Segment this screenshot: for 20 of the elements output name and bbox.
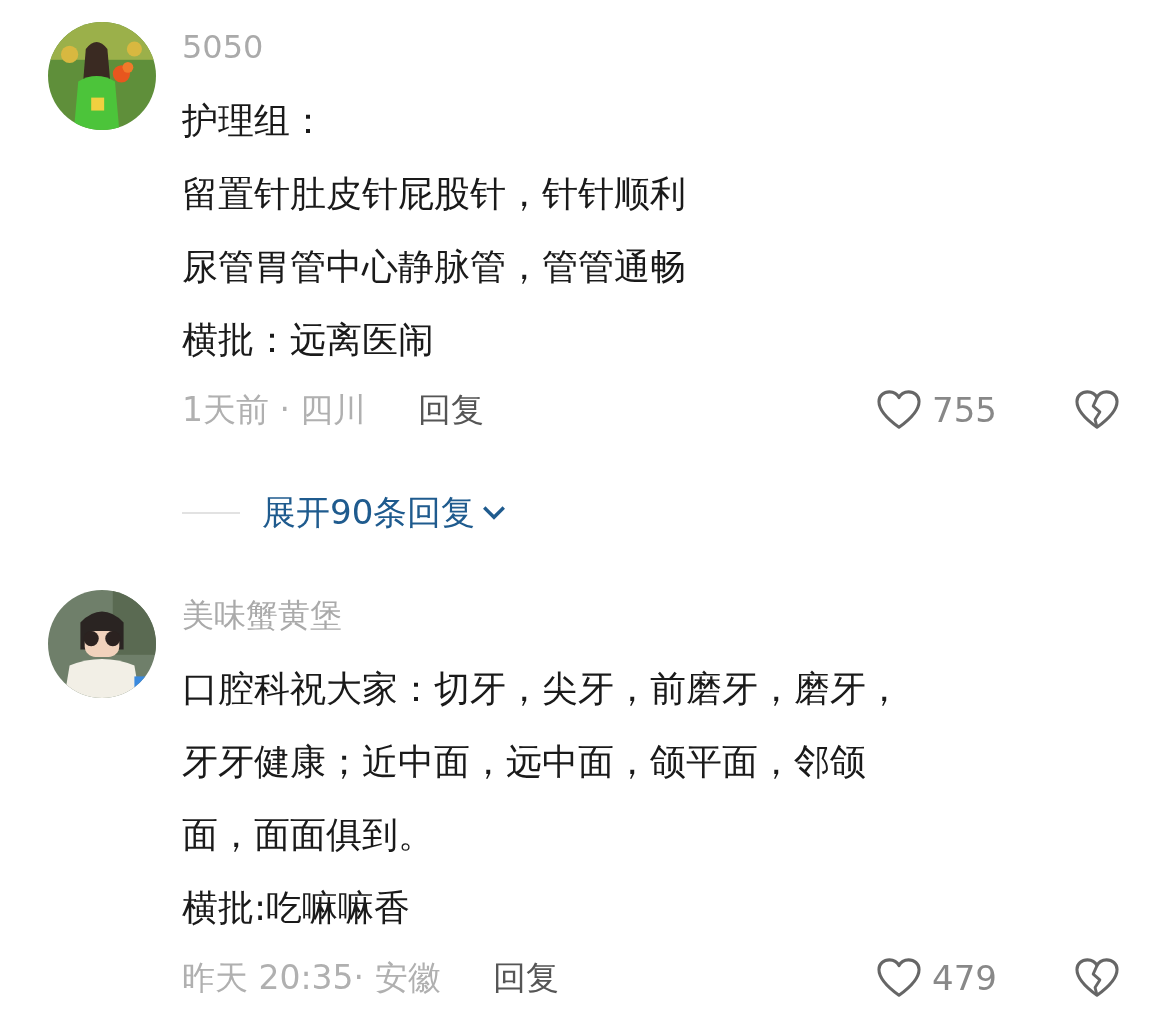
comment-text: 面，面面俱到。	[182, 813, 434, 857]
reply-link[interactable]: 回复	[492, 955, 559, 1001]
comment-text: 留置针肚皮针屁股针，针针顺利	[182, 172, 686, 216]
like-count: 755	[932, 390, 998, 430]
dislike-icon[interactable]	[1074, 389, 1120, 431]
like-icon[interactable]	[876, 389, 922, 431]
like-count: 479	[932, 958, 998, 998]
comment-text: 尿管胃管中心静脉管，管管通畅	[182, 245, 686, 289]
comment-text: 横批：远离医闹	[182, 318, 434, 362]
expand-replies-link[interactable]: 展开90条回复	[262, 490, 508, 536]
reply-link[interactable]: 回复	[418, 387, 485, 433]
chevron-down-icon	[481, 504, 508, 522]
comment-text: 护理组：	[182, 99, 326, 143]
comment-text: 牙牙健康；近中面，远中面，颌平面，邻颌	[182, 740, 866, 784]
comment-text: 横批:吃嘛嘛香	[182, 886, 411, 930]
timestamp-location: 1天前 · 四川	[182, 388, 367, 431]
timestamp-location: 昨天 20:35· 安徽	[182, 956, 441, 999]
like-icon[interactable]	[876, 957, 922, 999]
comment-text: 口腔科祝大家：切牙，尖牙，前磨牙，磨牙，	[182, 667, 902, 711]
dislike-icon[interactable]	[1074, 957, 1120, 999]
